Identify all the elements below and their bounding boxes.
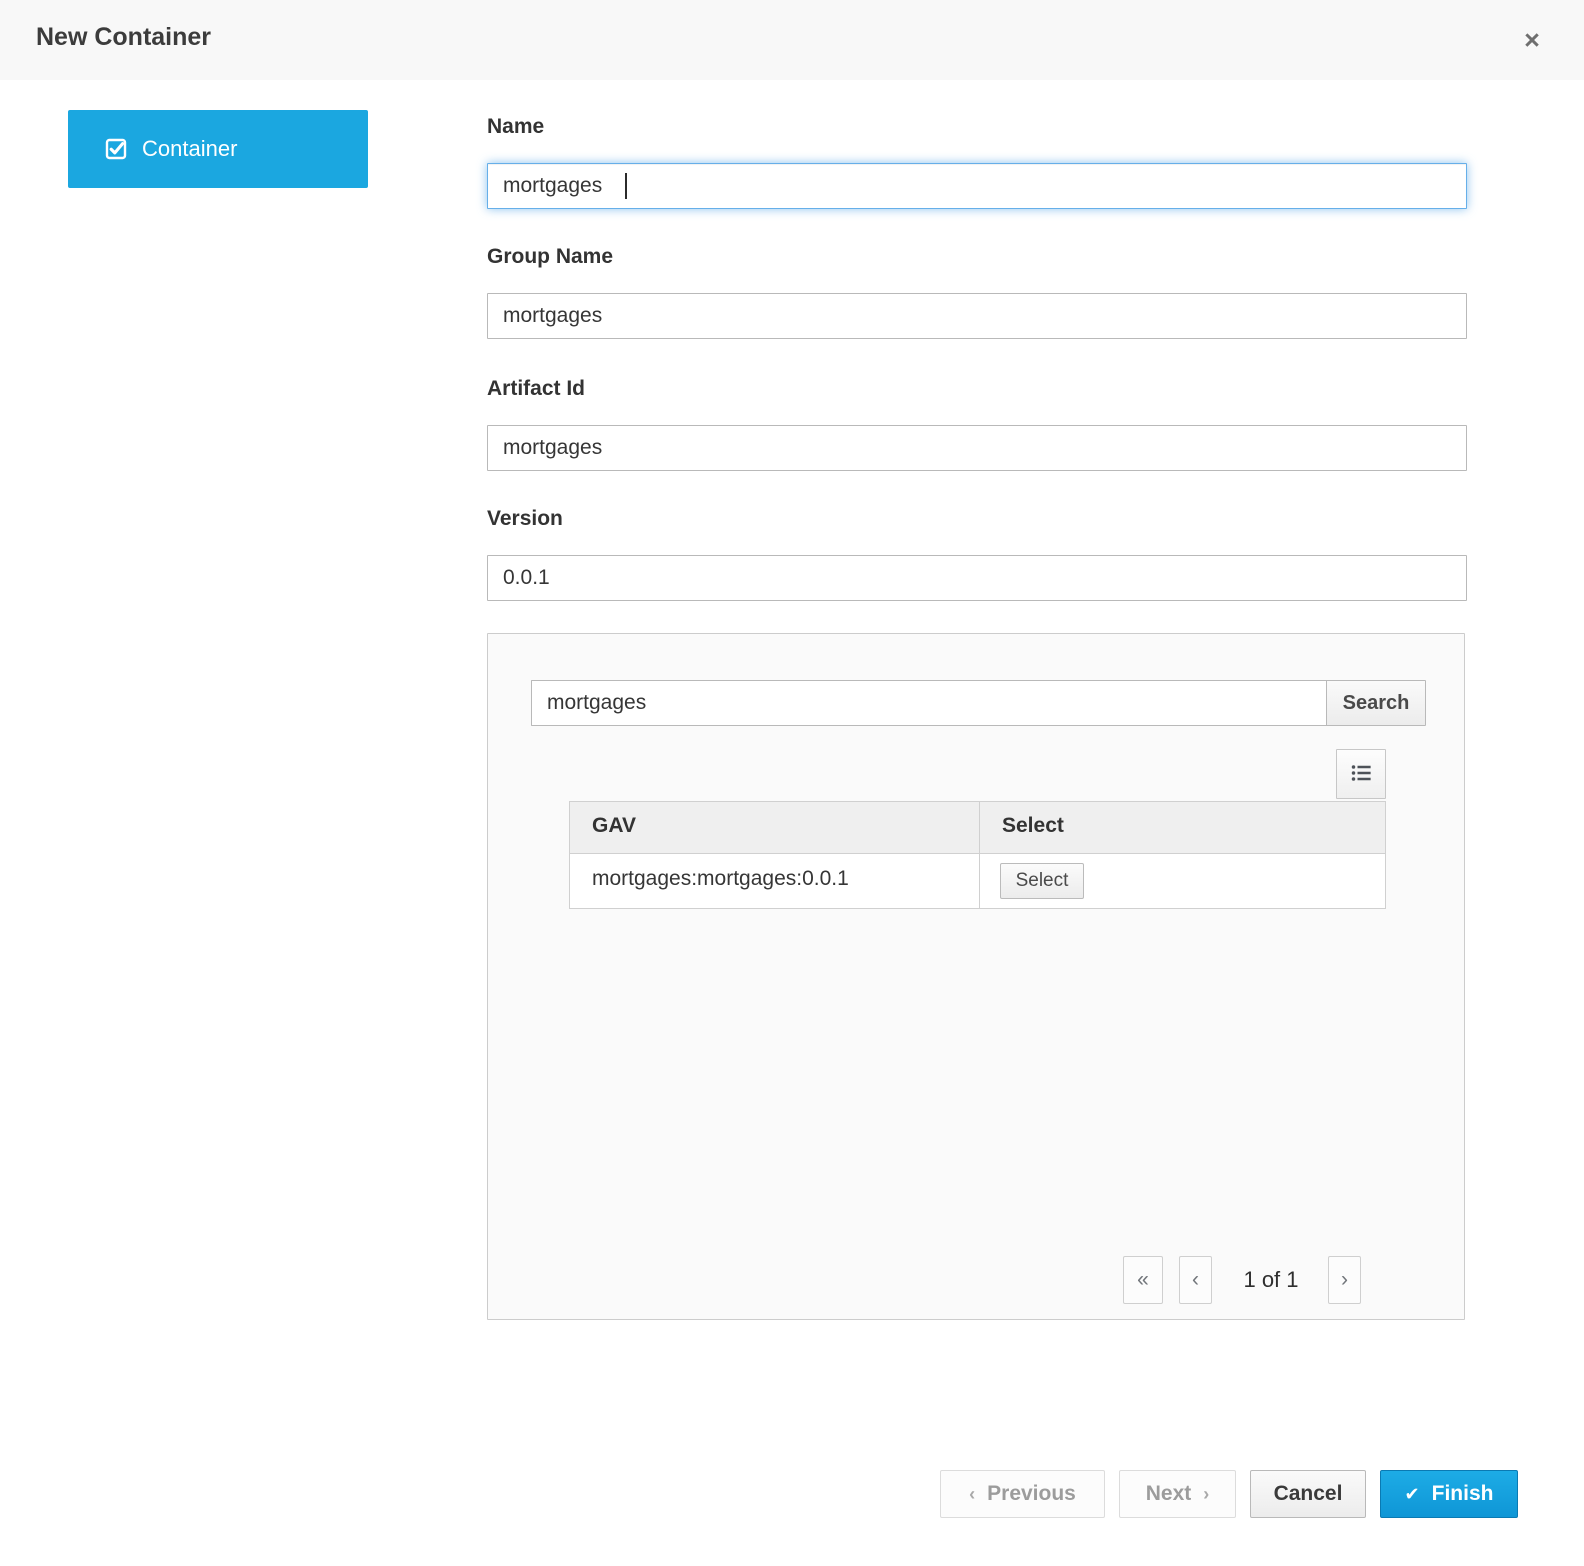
name-field-wrap bbox=[487, 163, 1467, 209]
column-header-gav: GAV bbox=[570, 802, 980, 853]
text-caret bbox=[625, 173, 627, 199]
cancel-button-label: Cancel bbox=[1274, 1482, 1343, 1506]
chevron-right-icon: › bbox=[1341, 1268, 1348, 1292]
new-container-dialog: New Container × Container Name Group Nam… bbox=[0, 0, 1584, 1566]
search-group: Search bbox=[531, 680, 1426, 726]
column-header-select: Select bbox=[980, 802, 1385, 853]
gav-table: GAV Select mortgages:mortgages:0.0.1 Sel… bbox=[569, 801, 1386, 909]
version-field-wrap bbox=[487, 555, 1467, 601]
artifact-id-input[interactable] bbox=[487, 425, 1467, 471]
version-label: Version bbox=[487, 507, 987, 531]
version-input[interactable] bbox=[487, 555, 1467, 601]
wizard-step-label: Container bbox=[142, 136, 237, 162]
list-view-button[interactable] bbox=[1336, 749, 1386, 799]
chevron-right-icon: › bbox=[1203, 1484, 1209, 1505]
search-button[interactable]: Search bbox=[1326, 680, 1426, 726]
next-button[interactable]: Next › bbox=[1119, 1470, 1236, 1518]
list-icon bbox=[1351, 763, 1371, 786]
artifact-search-panel: Search GAV Select mortgages:mortgag bbox=[487, 633, 1465, 1320]
chevron-left-icon: ‹ bbox=[969, 1484, 975, 1505]
name-input[interactable] bbox=[487, 163, 1467, 209]
gav-cell: mortgages:mortgages:0.0.1 bbox=[570, 854, 980, 908]
artifact-id-label: Artifact Id bbox=[487, 377, 987, 401]
wizard-step-container[interactable]: Container bbox=[68, 110, 368, 188]
dialog-title: New Container bbox=[36, 23, 211, 52]
previous-button[interactable]: ‹ Previous bbox=[940, 1470, 1105, 1518]
group-name-input[interactable] bbox=[487, 293, 1467, 339]
pagination-next-button[interactable]: › bbox=[1328, 1256, 1361, 1304]
group-name-field-wrap bbox=[487, 293, 1467, 339]
previous-button-label: Previous bbox=[987, 1482, 1076, 1506]
select-button[interactable]: Select bbox=[1000, 863, 1084, 899]
search-input[interactable] bbox=[531, 680, 1326, 726]
check-square-icon bbox=[104, 137, 128, 161]
select-cell: Select bbox=[980, 854, 1385, 908]
cancel-button[interactable]: Cancel bbox=[1250, 1470, 1366, 1518]
chevron-left-icon: ‹ bbox=[1192, 1268, 1199, 1292]
table-row: mortgages:mortgages:0.0.1 Select bbox=[570, 854, 1385, 908]
finish-button[interactable]: ✔ Finish bbox=[1380, 1470, 1518, 1518]
artifact-id-field-wrap bbox=[487, 425, 1467, 471]
group-name-label: Group Name bbox=[487, 245, 987, 269]
next-button-label: Next bbox=[1146, 1482, 1192, 1506]
pagination-previous-button[interactable]: ‹ bbox=[1179, 1256, 1212, 1304]
gav-table-header: GAV Select bbox=[570, 802, 1385, 854]
finish-button-label: Finish bbox=[1432, 1482, 1494, 1506]
name-label: Name bbox=[487, 115, 987, 139]
pagination-status: 1 of 1 bbox=[1221, 1267, 1321, 1293]
check-icon: ✔ bbox=[1405, 1484, 1420, 1505]
close-icon[interactable]: × bbox=[1512, 20, 1552, 60]
dialog-header: New Container × bbox=[0, 0, 1584, 80]
double-chevron-left-icon: « bbox=[1137, 1268, 1149, 1292]
pagination-first-button[interactable]: « bbox=[1123, 1256, 1163, 1304]
